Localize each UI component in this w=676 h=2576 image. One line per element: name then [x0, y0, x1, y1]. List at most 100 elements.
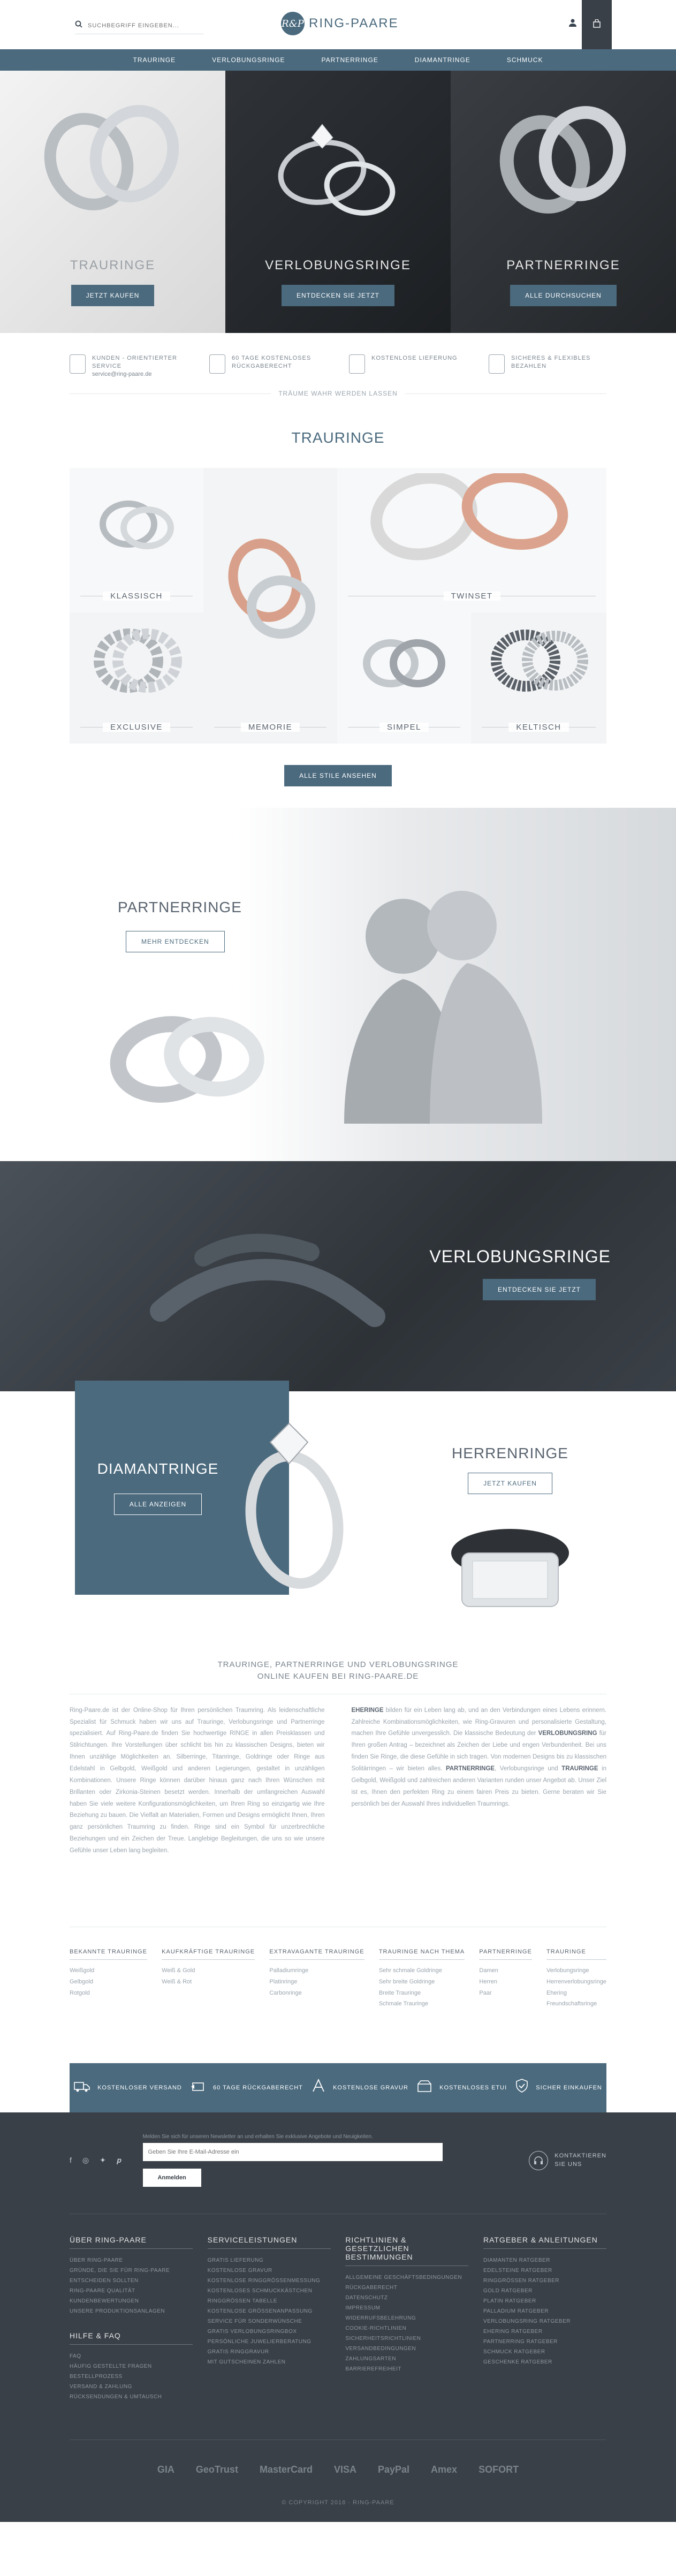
- footer-link[interactable]: FAQ: [70, 2351, 193, 2361]
- twitter-icon[interactable]: ✦: [100, 2156, 106, 2165]
- discover-now-button[interactable]: ENTDECKEN SIE JETZT: [482, 1278, 596, 1300]
- category-link[interactable]: Herrenverlobungsringe: [546, 1976, 606, 1988]
- category-link[interactable]: Damen: [479, 1965, 531, 1976]
- footer-link[interactable]: Verlobungsring Ratgeber: [483, 2316, 606, 2327]
- category-link[interactable]: Ehering: [546, 1988, 606, 1999]
- nav-trauringe[interactable]: TRAURINGE: [133, 56, 176, 64]
- footer-link[interactable]: Sicherheitsrichtlinien: [345, 2333, 468, 2344]
- footer-link[interactable]: Impressum: [345, 2303, 468, 2313]
- footer-link[interactable]: Ehering Ratgeber: [483, 2327, 606, 2337]
- facebook-icon[interactable]: f: [70, 2156, 72, 2165]
- style-tile-memorie[interactable]: MEMORIE: [203, 467, 337, 744]
- category-link[interactable]: Sehr breite Goldringe: [379, 1976, 465, 1988]
- category-link[interactable]: Herren: [479, 1976, 531, 1988]
- tile-label: MEMORIE: [240, 722, 300, 732]
- footer-link[interactable]: Kostenlose Gravur: [208, 2266, 331, 2276]
- buy-now-button[interactable]: JETZT KAUFEN: [468, 1472, 552, 1494]
- footer-link[interactable]: Ringgrößen Ratgeber: [483, 2276, 606, 2286]
- hero-partnerringe[interactable]: PARTNERRINGE ALLE DURCHSUCHEN: [451, 71, 676, 333]
- nav-schmuck[interactable]: SCHMUCK: [507, 56, 543, 64]
- newsletter-submit-button[interactable]: Anmelden: [142, 2169, 201, 2187]
- footer-link[interactable]: Versandbedingungen: [345, 2344, 468, 2354]
- category-link[interactable]: Sehr schmale Goldringe: [379, 1965, 465, 1976]
- style-tile-exclusive[interactable]: EXCLUSIVE: [70, 612, 203, 744]
- style-tile-twinset[interactable]: TWINSET: [337, 467, 606, 612]
- footer-link[interactable]: Versand & Zahlung: [70, 2382, 193, 2392]
- style-tile-keltisch[interactable]: KELTISCH: [471, 612, 606, 744]
- search-icon[interactable]: [75, 20, 82, 31]
- footer-link[interactable]: Bestellprozess: [70, 2372, 193, 2382]
- footer-link[interactable]: Über Ring-Paare: [70, 2255, 193, 2266]
- footer-link[interactable]: Geschenke Ratgeber: [483, 2357, 606, 2367]
- footer-link[interactable]: Cookie-Richtlinien: [345, 2323, 468, 2333]
- nav-diamantringe[interactable]: DIAMANTRINGE: [415, 56, 470, 64]
- footer-link[interactable]: Platin Ratgeber: [483, 2296, 606, 2306]
- footer-link[interactable]: Kostenlose Ringgrößenmessung: [208, 2276, 331, 2286]
- category-link[interactable]: Gelbgold: [70, 1976, 147, 1988]
- seo-heading-line-2: ONLINE KAUFEN BEI RING-PAARE.DE: [257, 1672, 419, 1681]
- footer-link[interactable]: Datenschutz: [345, 2293, 468, 2303]
- footer-link[interactable]: Rücksendungen & Umtausch: [70, 2392, 193, 2402]
- category-link[interactable]: Breite Trauringe: [379, 1988, 465, 1999]
- footer-link[interactable]: Häufig gestellte Fragen: [70, 2361, 193, 2372]
- footer-link[interactable]: Persönliche Juwelierberatung: [208, 2337, 331, 2347]
- footer-link[interactable]: Gratis Lieferung: [208, 2255, 331, 2266]
- contact-link[interactable]: KONTAKTIEREN SIE UNS: [529, 2150, 606, 2170]
- footer-link[interactable]: Gold Ratgeber: [483, 2286, 606, 2296]
- buy-now-button[interactable]: JETZT KAUFEN: [71, 285, 155, 306]
- category-link[interactable]: Verlobungsringe: [546, 1965, 606, 1976]
- footer-link[interactable]: Kundenbewertungen: [70, 2296, 193, 2306]
- footer-link[interactable]: Kostenloses Schmuckkästchen: [208, 2286, 331, 2296]
- view-all-styles-button[interactable]: ALLE STILE ANSEHEN: [284, 764, 392, 786]
- partnerringe-title: PARTNERRINGE: [118, 898, 242, 915]
- footer-link[interactable]: Partnerring Ratgeber: [483, 2337, 606, 2347]
- footer-link[interactable]: Unsere Produktionsanlagen: [70, 2306, 193, 2316]
- usp-email-link[interactable]: service@ring-paare.de: [92, 371, 187, 377]
- style-tile-simpel[interactable]: SIMPEL: [337, 612, 471, 744]
- category-link[interactable]: Weißgold: [70, 1965, 147, 1976]
- category-link[interactable]: Rotgold: [70, 1988, 147, 1999]
- footer-link[interactable]: Ring-Paare Qualität: [70, 2286, 193, 2296]
- footer-link[interactable]: Mit Gutscheinen zahlen: [208, 2357, 331, 2367]
- category-link[interactable]: Paar: [479, 1988, 531, 1999]
- footer-link[interactable]: Palladium Ratgeber: [483, 2306, 606, 2316]
- footer-link[interactable]: Schmuck Ratgeber: [483, 2347, 606, 2357]
- footer-link[interactable]: Gratis Verlobungsringbox: [208, 2327, 331, 2337]
- footer-link[interactable]: Widerrufsbelehrung: [345, 2313, 468, 2323]
- style-tile-klassisch[interactable]: KLASSISCH: [70, 467, 203, 612]
- cart-button[interactable]: [582, 0, 612, 49]
- footer-link[interactable]: Zahlungsarten: [345, 2354, 468, 2364]
- footer-link[interactable]: Rückgaberecht: [345, 2283, 468, 2293]
- category-link[interactable]: Carbonringe: [269, 1988, 364, 1999]
- footer-link[interactable]: Ringgrößen Tabelle: [208, 2296, 331, 2306]
- site-logo[interactable]: R&P RING-PAARE: [281, 12, 399, 35]
- discover-more-button[interactable]: MEHR ENTDECKEN: [126, 930, 225, 952]
- user-icon[interactable]: [568, 18, 577, 29]
- instagram-icon[interactable]: ◎: [82, 2156, 89, 2165]
- category-link[interactable]: Weiß & Gold: [162, 1965, 255, 1976]
- footer-link[interactable]: Diamanten Ratgeber: [483, 2255, 606, 2266]
- footer-link[interactable]: Service für Sonderwünsche: [208, 2316, 331, 2327]
- diamond-ring-image: [245, 1422, 344, 1589]
- category-link[interactable]: Schmale Trauringe: [379, 1998, 465, 2010]
- category-link[interactable]: Weiß & Rot: [162, 1976, 255, 1988]
- category-link[interactable]: Platinringe: [269, 1976, 364, 1988]
- browse-all-button[interactable]: ALLE DURCHSUCHEN: [510, 285, 617, 306]
- hero-trauringe[interactable]: TRAURINGE JETZT KAUFEN: [0, 71, 225, 333]
- footer-link[interactable]: Kostenlose Größenanpassung: [208, 2306, 331, 2316]
- hero-verlobungsringe[interactable]: VERLOBUNGSRINGE ENTDECKEN SIE JETZT: [225, 71, 451, 333]
- footer-link[interactable]: Gründe, die Sie für Ring-Paare entscheid…: [70, 2266, 193, 2286]
- newsletter-email-input[interactable]: [142, 2143, 443, 2162]
- category-link[interactable]: Freundschaftsringe: [546, 1998, 606, 2010]
- footer-link[interactable]: Gratis Ringgravur: [208, 2347, 331, 2357]
- nav-verlobungsringe[interactable]: VERLOBUNGSRINGE: [212, 56, 285, 64]
- pinterest-icon[interactable]: 𝒑: [117, 2156, 121, 2165]
- footer-link[interactable]: Barrierefreiheit: [345, 2364, 468, 2374]
- show-all-button[interactable]: ALLE ANZEIGEN: [113, 1493, 202, 1515]
- discover-now-button[interactable]: ENTDECKEN SIE JETZT: [281, 285, 394, 306]
- footer-link[interactable]: Allgemeine Geschäftsbedingungen: [345, 2272, 468, 2283]
- search-input[interactable]: [88, 22, 195, 29]
- footer-link[interactable]: Edelsteine Ratgeber: [483, 2266, 606, 2276]
- category-link[interactable]: Palladiumringe: [269, 1965, 364, 1976]
- nav-partnerringe[interactable]: PARTNERRINGE: [322, 56, 378, 64]
